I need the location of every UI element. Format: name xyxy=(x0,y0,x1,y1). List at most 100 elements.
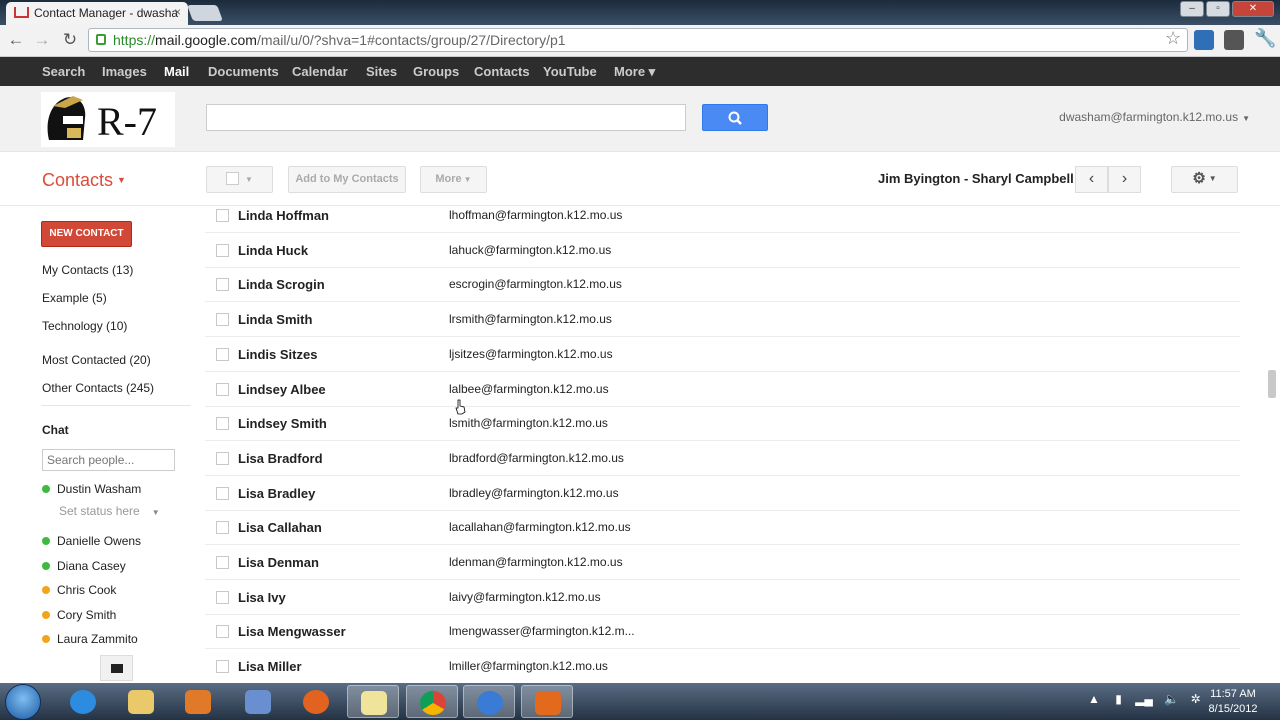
reload-icon[interactable]: ↻ xyxy=(59,30,81,50)
next-page-button[interactable]: › xyxy=(1108,166,1141,193)
row-checkbox[interactable] xyxy=(216,486,229,500)
new-contact-button[interactable]: NEW CONTACT xyxy=(41,221,132,247)
extension-icon[interactable] xyxy=(1224,30,1244,50)
table-row[interactable]: Lisa Mengwasser lmengwasser@farmington.k1… xyxy=(205,614,1240,650)
contact-name[interactable]: Lisa Ivy xyxy=(238,590,286,605)
contact-email[interactable]: escrogin@farmington.k12.mo.us xyxy=(449,277,622,291)
contact-email[interactable]: lmiller@farmington.k12.mo.us xyxy=(449,659,608,673)
table-row[interactable]: Lisa Ivy laivy@farmington.k12.mo.us xyxy=(205,580,1240,615)
address-bar[interactable]: https://mail.google.com/mail/u/0/?shva=1… xyxy=(88,28,1188,52)
row-checkbox[interactable] xyxy=(216,243,229,257)
gbar-groups[interactable]: Groups xyxy=(413,64,459,79)
contact-email[interactable]: lalbee@farmington.k12.mo.us xyxy=(449,382,609,396)
table-row[interactable]: Lindsey Smith lsmith@farmington.k12.mo.us xyxy=(205,406,1240,442)
contact-name[interactable]: Linda Huck xyxy=(238,243,308,258)
scrollbar[interactable] xyxy=(1268,370,1276,398)
start-button[interactable] xyxy=(5,684,41,720)
table-row[interactable]: Lisa Miller lmiller@farmington.k12.mo.us xyxy=(205,649,1240,682)
table-row[interactable]: Lisa Bradford lbradford@farmington.k12.mo… xyxy=(205,441,1240,476)
contact-name[interactable]: Linda Scrogin xyxy=(238,277,325,292)
nav-my-contacts[interactable]: My Contacts (13) xyxy=(42,263,133,277)
row-checkbox[interactable] xyxy=(216,451,229,465)
account-menu[interactable]: dwasham@farmington.k12.mo.us ▼ xyxy=(1059,110,1250,124)
contact-name[interactable]: Lisa Mengwasser xyxy=(238,624,346,639)
row-checkbox[interactable] xyxy=(216,590,229,604)
chat-self[interactable]: Dustin Washam xyxy=(42,482,141,496)
row-checkbox[interactable] xyxy=(216,382,229,396)
contact-name[interactable]: Lisa Callahan xyxy=(238,520,322,535)
taskbar-chrome[interactable] xyxy=(406,685,458,718)
forward-icon[interactable]: → xyxy=(31,30,53,50)
row-checkbox[interactable] xyxy=(216,521,229,535)
extension-icon[interactable] xyxy=(1194,30,1214,50)
table-row[interactable]: Lisa Denman ldenman@farmington.k12.mo.us xyxy=(205,545,1240,580)
nav-technology[interactable]: Technology (10) xyxy=(42,319,127,333)
gbar-documents[interactable]: Documents xyxy=(208,64,279,79)
row-checkbox[interactable] xyxy=(216,625,229,639)
search-input[interactable] xyxy=(206,104,686,131)
contact-email[interactable]: lbradford@farmington.k12.mo.us xyxy=(449,451,624,465)
contact-email[interactable]: lrsmith@farmington.k12.mo.us xyxy=(449,312,612,326)
back-icon[interactable]: ← xyxy=(5,30,27,50)
taskbar-notes[interactable] xyxy=(347,685,399,718)
contact-name[interactable]: Lisa Miller xyxy=(238,659,302,674)
prev-page-button[interactable]: ‹ xyxy=(1075,166,1108,193)
row-checkbox[interactable] xyxy=(216,660,229,674)
contact-name[interactable]: Lisa Bradley xyxy=(238,486,315,501)
settings-button[interactable]: ⚙ ▼ xyxy=(1171,166,1238,193)
gbar-youtube[interactable]: YouTube xyxy=(543,64,597,79)
browser-tab[interactable]: Contact Manager - dwasha × xyxy=(6,2,188,25)
taskbar-media-player[interactable] xyxy=(172,685,224,718)
contact-email[interactable]: ljsitzes@farmington.k12.mo.us xyxy=(449,347,613,361)
clock[interactable]: 11:57 AM 8/15/2012 xyxy=(1200,687,1266,717)
gbar-search[interactable]: Search xyxy=(42,64,85,79)
nav-other-contacts[interactable]: Other Contacts (245) xyxy=(42,381,154,395)
contact-email[interactable]: lhoffman@farmington.k12.mo.us xyxy=(449,208,622,222)
contact-name[interactable]: Lindsey Smith xyxy=(238,416,327,431)
contact-name[interactable]: Lindis Sitzes xyxy=(238,347,317,362)
contact-email[interactable]: lmengwasser@farmington.k12.m... xyxy=(449,624,635,638)
gbar-mail[interactable]: Mail xyxy=(164,64,189,79)
table-row[interactable]: Linda Hoffman lhoffman@farmington.k12.mo.… xyxy=(205,207,1240,233)
chat-buddy[interactable]: Cory Smith xyxy=(42,608,116,622)
signal-icon[interactable]: ▂▄ xyxy=(1135,692,1153,706)
taskbar-explorer[interactable] xyxy=(115,685,167,718)
row-checkbox[interactable] xyxy=(216,347,229,361)
contacts-app-switcher[interactable]: Contacts ▼ xyxy=(42,170,126,191)
minimize-button[interactable]: – xyxy=(1180,1,1204,17)
row-checkbox[interactable] xyxy=(216,417,229,431)
table-row[interactable]: Lisa Callahan lacallahan@farmington.k12.m… xyxy=(205,510,1240,546)
contact-name[interactable]: Lisa Bradford xyxy=(238,451,323,466)
gbar-more[interactable]: More ▾ xyxy=(614,64,655,80)
taskbar-itunes[interactable] xyxy=(463,685,515,718)
row-checkbox[interactable] xyxy=(216,209,229,222)
contact-name[interactable]: Linda Hoffman xyxy=(238,208,329,223)
status-message-selector[interactable]: Set status here ▼ xyxy=(59,504,160,518)
nav-most-contacted[interactable]: Most Contacted (20) xyxy=(42,353,151,367)
chat-button[interactable] xyxy=(100,655,133,681)
show-hidden-icons-icon[interactable]: ▲ xyxy=(1088,692,1100,706)
search-people-input[interactable] xyxy=(42,449,175,471)
gbar-calendar[interactable]: Calendar xyxy=(292,64,348,79)
logo[interactable]: R-7 xyxy=(41,92,175,147)
table-row[interactable]: Lindsey Albee lalbee@farmington.k12.mo.us xyxy=(205,372,1240,407)
close-window-button[interactable]: ✕ xyxy=(1232,1,1274,17)
network-icon[interactable]: ▮ xyxy=(1115,692,1122,706)
contact-email[interactable]: laivy@farmington.k12.mo.us xyxy=(449,590,601,604)
contact-email[interactable]: lbradley@farmington.k12.mo.us xyxy=(449,486,619,500)
contact-email[interactable]: ldenman@farmington.k12.mo.us xyxy=(449,555,623,569)
table-row[interactable]: Lindis Sitzes ljsitzes@farmington.k12.mo.… xyxy=(205,337,1240,372)
table-row[interactable]: Linda Smith lrsmith@farmington.k12.mo.us xyxy=(205,302,1240,338)
gbar-contacts[interactable]: Contacts xyxy=(474,64,530,79)
chat-buddy[interactable]: Danielle Owens xyxy=(42,534,141,548)
table-row[interactable]: Lisa Bradley lbradley@farmington.k12.mo.u… xyxy=(205,476,1240,511)
tab-close-icon[interactable]: × xyxy=(174,5,181,19)
more-button[interactable]: More ▼ xyxy=(420,166,487,193)
taskbar-screencast[interactable] xyxy=(521,685,573,718)
taskbar-ie[interactable] xyxy=(57,685,109,718)
gbar-images[interactable]: Images xyxy=(102,64,147,79)
select-checkbox-menu[interactable]: ▼ xyxy=(206,166,273,193)
chat-buddy[interactable]: Laura Zammito xyxy=(42,632,138,646)
contact-name[interactable]: Lindsey Albee xyxy=(238,382,326,397)
gbar-sites[interactable]: Sites xyxy=(366,64,397,79)
